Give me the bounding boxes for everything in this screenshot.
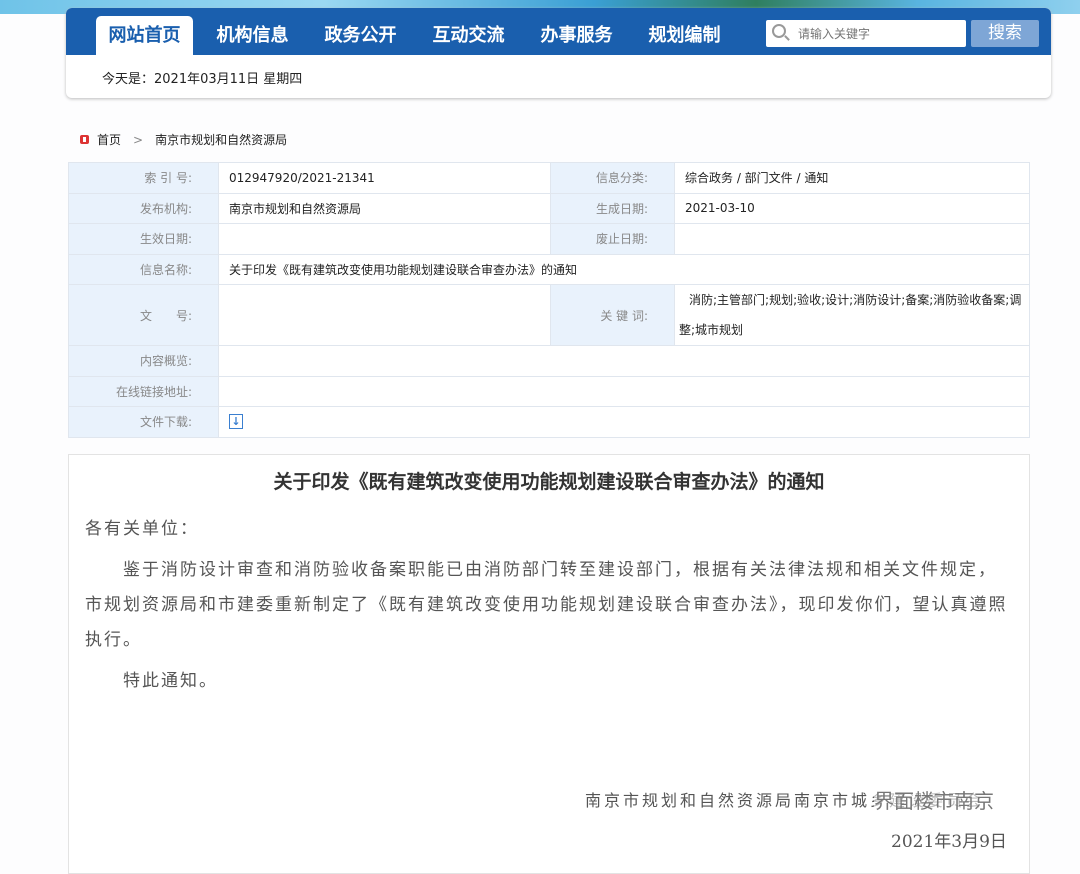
abolish-value: [674, 223, 1030, 255]
docno-value: [218, 284, 551, 346]
name-label: 信息名称:: [68, 253, 219, 285]
search-icon: [772, 24, 786, 38]
tab-home[interactable]: 网站首页: [96, 16, 193, 55]
search-input[interactable]: [798, 24, 958, 43]
site-header: 网站首页 机构信息 政务公开 互动交流 办事服务 规划编制 搜索 今天是：202…: [66, 8, 1051, 98]
category-value: 综合政务 / 部门文件 / 通知: [674, 162, 1030, 194]
article: 关于印发《既有建筑改变使用功能规划建设联合审查办法》的通知 各有关单位： 鉴于消…: [68, 454, 1030, 874]
link-value: [218, 375, 1030, 407]
summary-label: 内容概览:: [68, 345, 219, 377]
search-button[interactable]: 搜索: [971, 20, 1039, 47]
article-closing: 特此通知。: [85, 671, 218, 691]
main-nav: 网站首页 机构信息 政务公开 互动交流 办事服务 规划编制 搜索: [66, 8, 1051, 55]
home-icon: [80, 135, 89, 144]
keywords-label: 关 键 词:: [550, 284, 675, 346]
breadcrumb: 首页 > 南京市规划和自然资源局: [80, 131, 287, 148]
category-label: 信息分类:: [550, 162, 675, 194]
publisher-label: 发布机构:: [68, 192, 219, 224]
search-box: [766, 20, 966, 47]
article-salutation: 各有关单位：: [85, 519, 199, 539]
breadcrumb-home[interactable]: 首页: [97, 131, 121, 148]
today-date: 今天是：2021年03月11日 星期四: [102, 72, 303, 87]
article-body: 鉴于消防设计审查和消防验收备案职能已由消防部门转至建设部门，根据有关法律法规和相…: [85, 560, 1008, 650]
download-cell: ↓: [218, 406, 1030, 438]
breadcrumb-separator: >: [133, 132, 144, 147]
docno-label: 文 号:: [68, 284, 219, 346]
abolish-label: 废止日期:: [550, 223, 675, 255]
watermark: 界面楼市南京: [874, 785, 994, 814]
effective-value: [218, 223, 551, 255]
article-date: 2021年3月9日: [891, 832, 1007, 852]
tab-services[interactable]: 办事服务: [528, 16, 625, 55]
effective-label: 生效日期:: [68, 223, 219, 255]
tab-planning[interactable]: 规划编制: [636, 16, 733, 55]
info-table: 索 引 号: 012947920/2021-21341 信息分类: 综合政务 / 部门…: [68, 162, 1030, 438]
download-icon[interactable]: ↓: [229, 414, 243, 430]
breadcrumb-current[interactable]: 南京市规划和自然资源局: [155, 131, 287, 148]
keywords-value: 消防;主管部门;规划;验收;设计;消防设计;备案;消防验收备案;调整;城市规划: [674, 284, 1030, 346]
tab-interaction[interactable]: 互动交流: [420, 16, 517, 55]
index-label: 索 引 号:: [68, 162, 219, 194]
name-value: 关于印发《既有建筑改变使用功能规划建设联合审查办法》的通知: [218, 253, 1030, 285]
created-value: 2021-03-10: [674, 192, 1030, 224]
tab-public-affairs[interactable]: 政务公开: [312, 16, 409, 55]
index-value: 012947920/2021-21341: [218, 162, 551, 194]
publisher-value: 南京市规划和自然资源局: [218, 192, 551, 224]
link-label: 在线链接地址:: [68, 375, 219, 407]
article-title: 关于印发《既有建筑改变使用功能规划建设联合审查办法》的通知: [273, 471, 825, 493]
created-label: 生成日期:: [550, 192, 675, 224]
download-label: 文件下载:: [68, 406, 219, 438]
summary-value: [218, 345, 1030, 377]
tab-organization[interactable]: 机构信息: [204, 16, 301, 55]
